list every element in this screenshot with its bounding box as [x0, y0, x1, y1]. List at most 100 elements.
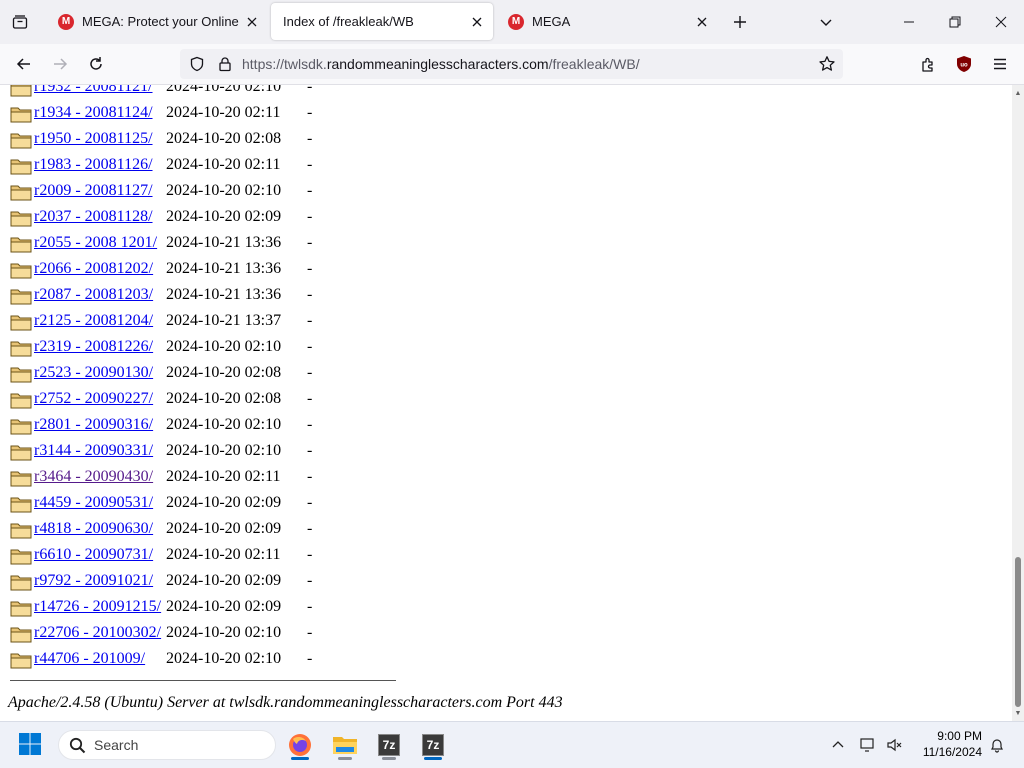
- folder-icon: [10, 237, 32, 253]
- arrow-left-icon: [16, 58, 30, 70]
- last-modified: 2024-10-20 02:11: [166, 156, 281, 173]
- start-button[interactable]: [18, 732, 44, 758]
- scroll-up-arrow-icon[interactable]: ▲: [1012, 87, 1024, 99]
- file-size: -: [307, 286, 313, 303]
- show-hidden-icons-button[interactable]: [825, 730, 851, 760]
- file-size: -: [307, 130, 313, 147]
- navigation-bar: https://twlsdk.randommeaninglesscharacte…: [0, 44, 1024, 85]
- file-size: -: [307, 494, 313, 511]
- last-modified: 2024-10-20 02:08: [166, 390, 282, 407]
- folder-icon: [10, 523, 32, 539]
- directory-link[interactable]: r2037 - 20081128/: [34, 208, 153, 226]
- taskbar-firefox[interactable]: [283, 728, 317, 762]
- file-size: -: [307, 208, 313, 225]
- folder-icon: [10, 653, 32, 669]
- directory-link[interactable]: r3144 - 20090331/: [34, 442, 153, 460]
- clock-date: 11/16/2024: [922, 745, 982, 759]
- last-modified: 2024-10-20 02:08: [166, 130, 282, 147]
- directory-link[interactable]: r4818 - 20090630/: [34, 520, 153, 538]
- file-size: -: [307, 182, 313, 199]
- chevron-up-icon: [832, 741, 844, 748]
- directory-link[interactable]: r2055 - 2008 1201/: [34, 234, 157, 252]
- close-tab-button[interactable]: [240, 10, 264, 34]
- tab-overview-button[interactable]: [6, 8, 34, 36]
- taskbar-clock[interactable]: 9:00 PM 11/16/2024: [912, 728, 982, 760]
- address-bar[interactable]: https://twlsdk.randommeaninglesscharacte…: [180, 49, 843, 79]
- server-signature: Apache/2.4.58 (Ubuntu) Server at twlsdk.…: [8, 694, 563, 711]
- directory-link[interactable]: r2066 - 20081202/: [34, 260, 153, 278]
- windows-logo-icon: [19, 733, 41, 755]
- taskbar-search-box[interactable]: Search: [58, 730, 276, 760]
- file-size: -: [307, 598, 313, 615]
- minimize-button[interactable]: [886, 0, 932, 44]
- restore-button[interactable]: [932, 0, 978, 44]
- file-size: -: [307, 260, 313, 277]
- close-tab-button[interactable]: [465, 10, 489, 34]
- folder-icon: [10, 445, 32, 461]
- directory-link[interactable]: r4459 - 20090531/: [34, 494, 153, 512]
- file-size: -: [307, 572, 313, 589]
- last-modified: 2024-10-20 02:08: [166, 364, 282, 381]
- new-tab-button[interactable]: [728, 10, 752, 34]
- close-window-button[interactable]: [978, 0, 1024, 44]
- file-size: -: [307, 234, 313, 251]
- volume-button[interactable]: [882, 730, 908, 760]
- directory-link[interactable]: r2009 - 20081127/: [34, 182, 153, 200]
- directory-link[interactable]: r1934 - 20081124/: [34, 104, 153, 122]
- ublock-origin-button[interactable]: uo: [950, 50, 978, 78]
- directory-link[interactable]: r9792 - 20091021/: [34, 572, 153, 590]
- forward-button[interactable]: [46, 50, 74, 78]
- lock-icon[interactable]: [217, 56, 233, 72]
- scroll-down-arrow-icon[interactable]: ▼: [1012, 707, 1024, 719]
- file-size: -: [307, 650, 313, 667]
- notifications-button[interactable]: [984, 730, 1010, 760]
- directory-link[interactable]: r22706 - 20100302/: [34, 624, 161, 642]
- close-tab-button[interactable]: [690, 10, 714, 34]
- last-modified: 2024-10-20 02:10: [166, 85, 282, 95]
- star-bookmark-icon[interactable]: [818, 55, 836, 73]
- last-modified: 2024-10-20 02:09: [166, 598, 282, 615]
- 7zip-icon: 7z: [378, 734, 400, 756]
- 7zip-icon: 7z: [422, 734, 444, 756]
- url-prefix: https://twlsdk.: [242, 56, 327, 72]
- directory-link[interactable]: r1950 - 20081125/: [34, 130, 153, 148]
- directory-link[interactable]: r3464 - 20090430/: [34, 468, 153, 486]
- last-modified: 2024-10-20 02:11: [166, 468, 281, 485]
- file-size: -: [307, 624, 313, 641]
- taskbar-7zip-second[interactable]: 7z: [416, 728, 450, 762]
- directory-link[interactable]: r2523 - 20090130/: [34, 364, 153, 382]
- url-text[interactable]: https://twlsdk.randommeaninglesscharacte…: [242, 56, 640, 72]
- tab-mega[interactable]: M MEGA: [496, 3, 718, 40]
- reload-button[interactable]: [82, 50, 110, 78]
- directory-link[interactable]: r6610 - 20090731/: [34, 546, 153, 564]
- tracking-protection-shield-icon[interactable]: [189, 56, 205, 72]
- tab-title: Index of /freakleak/WB: [283, 14, 414, 29]
- taskbar-file-explorer[interactable]: [328, 728, 362, 762]
- directory-link[interactable]: r2319 - 20081226/: [34, 338, 153, 356]
- menu-button[interactable]: [986, 50, 1014, 78]
- taskbar: Search 7z 7z 9:00 PM 11/16/2024: [0, 721, 1024, 768]
- directory-link[interactable]: r44706 - 201009/: [34, 650, 145, 668]
- tab-mega-protect[interactable]: M MEGA: Protect your Online Priv: [46, 3, 268, 40]
- directory-link[interactable]: r1932 - 20081121/: [34, 85, 153, 96]
- directory-link[interactable]: r2087 - 20081203/: [34, 286, 153, 304]
- arrow-right-icon: [54, 58, 68, 70]
- directory-link[interactable]: r2125 - 20081204/: [34, 312, 153, 330]
- list-all-tabs-button[interactable]: [814, 10, 838, 34]
- back-button[interactable]: [10, 50, 38, 78]
- directory-link[interactable]: r2752 - 20090227/: [34, 390, 153, 408]
- directory-link[interactable]: r14726 - 20091215/: [34, 598, 161, 616]
- extensions-button[interactable]: [914, 50, 942, 78]
- folder-icon: [10, 85, 32, 97]
- vertical-scrollbar[interactable]: ▲ ▼: [1012, 85, 1024, 721]
- scrollbar-thumb[interactable]: [1015, 557, 1021, 707]
- directory-link[interactable]: r2801 - 20090316/: [34, 416, 153, 434]
- network-status-button[interactable]: [856, 730, 882, 760]
- tab-index-freakleak[interactable]: Index of /freakleak/WB: [271, 3, 493, 40]
- page-content: r1932 - 20081121/2024-10-20 02:10 - r1934 …: [0, 85, 1012, 721]
- directory-link[interactable]: r1983 - 20081126/: [34, 156, 153, 174]
- folder-icon: [10, 497, 32, 513]
- taskbar-7zip[interactable]: 7z: [372, 728, 406, 762]
- speaker-muted-icon: [887, 738, 902, 752]
- url-path: /freakleak/WB/: [548, 56, 640, 72]
